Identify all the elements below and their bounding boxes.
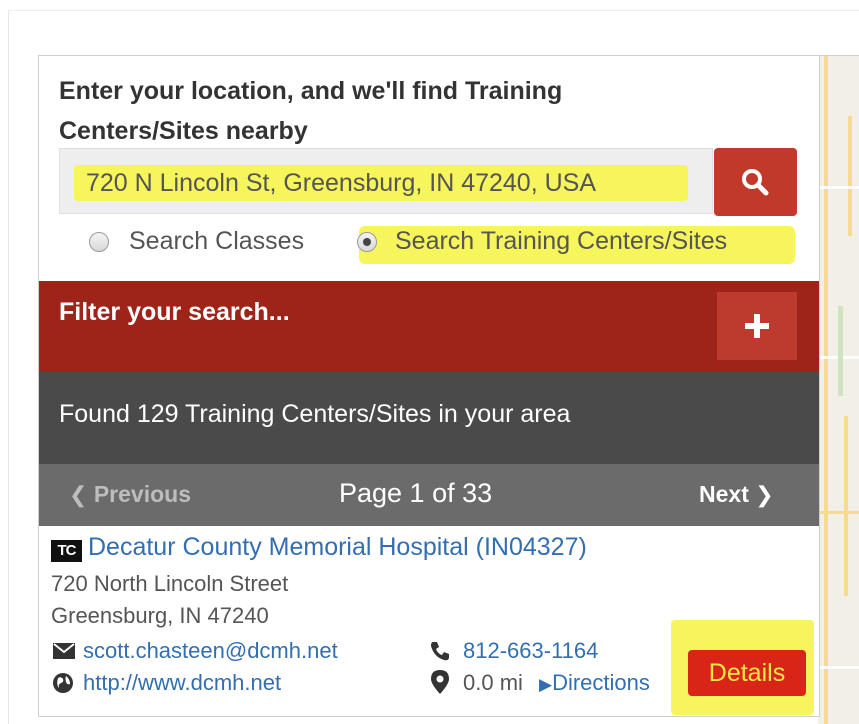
previous-label: Previous xyxy=(93,481,191,507)
search-icon xyxy=(742,169,769,196)
previous-button[interactable]: ❮ Previous xyxy=(69,481,191,508)
radio-label-search-training-centers[interactable]: Search Training Centers/Sites xyxy=(395,224,727,258)
radio-label-search-classes[interactable]: Search Classes xyxy=(129,224,304,258)
phone-icon xyxy=(431,642,449,661)
filter-bar[interactable]: Filter your search... xyxy=(39,281,819,372)
phone-link[interactable]: 812-663-1164 xyxy=(463,638,598,664)
result-title-link[interactable]: Decatur County Memorial Hospital (IN0432… xyxy=(88,533,587,562)
distance-text: 0.0 mi xyxy=(463,670,523,695)
map-preview[interactable] xyxy=(818,55,859,724)
play-icon: ▶ xyxy=(539,675,553,694)
page-indicator: Page 1 of 33 xyxy=(339,478,493,508)
search-panel: Enter your location, and we'll find Trai… xyxy=(38,55,820,717)
radio-search-classes[interactable] xyxy=(89,232,109,252)
map-road xyxy=(848,116,852,236)
search-heading: Enter your location, and we'll find Trai… xyxy=(59,71,659,151)
location-input-value: 720 N Lincoln St, Greensburg, IN 47240, … xyxy=(86,169,597,197)
directions-link[interactable]: ▶Directions xyxy=(539,670,650,696)
heading-line-2: Centers/Sites nearby xyxy=(59,117,308,145)
next-button[interactable]: Next ❯ xyxy=(699,481,774,508)
chevron-right-icon: ❯ xyxy=(755,482,774,507)
pagination-bar: ❮ Previous Page 1 of 33 Next ❯ xyxy=(39,464,819,526)
directions-label: Directions xyxy=(552,670,650,695)
filter-title: Filter your search... xyxy=(59,298,290,326)
map-road xyxy=(824,56,828,724)
globe-icon xyxy=(53,673,73,693)
envelope-icon xyxy=(53,643,75,659)
map-road xyxy=(818,666,859,669)
heading-line-1: Enter your location, and we'll find Trai… xyxy=(59,77,563,105)
map-park xyxy=(838,306,843,396)
radio-search-training-centers[interactable] xyxy=(357,232,377,252)
map-road xyxy=(844,416,848,596)
plus-icon[interactable] xyxy=(717,292,797,360)
next-label: Next xyxy=(699,481,749,507)
location-input[interactable]: 720 N Lincoln St, Greensburg, IN 47240, … xyxy=(59,148,713,214)
address-line-2: Greensburg, IN 47240 xyxy=(51,603,269,628)
email-link[interactable]: scott.chasteen@dcmh.net xyxy=(83,638,338,664)
tc-badge: TC xyxy=(51,540,82,562)
results-summary-bar: Found 129 Training Centers/Sites in your… xyxy=(39,372,819,464)
chevron-left-icon: ❮ xyxy=(69,482,88,507)
map-road xyxy=(818,511,859,514)
search-button[interactable] xyxy=(714,148,797,216)
website-link[interactable]: http://www.dcmh.net xyxy=(83,670,281,696)
map-road xyxy=(818,186,859,189)
map-marker-icon xyxy=(431,670,449,694)
details-button[interactable]: Details xyxy=(688,650,806,696)
results-summary-text: Found 129 Training Centers/Sites in your… xyxy=(59,400,571,428)
address-line-1: 720 North Lincoln Street xyxy=(51,571,289,596)
